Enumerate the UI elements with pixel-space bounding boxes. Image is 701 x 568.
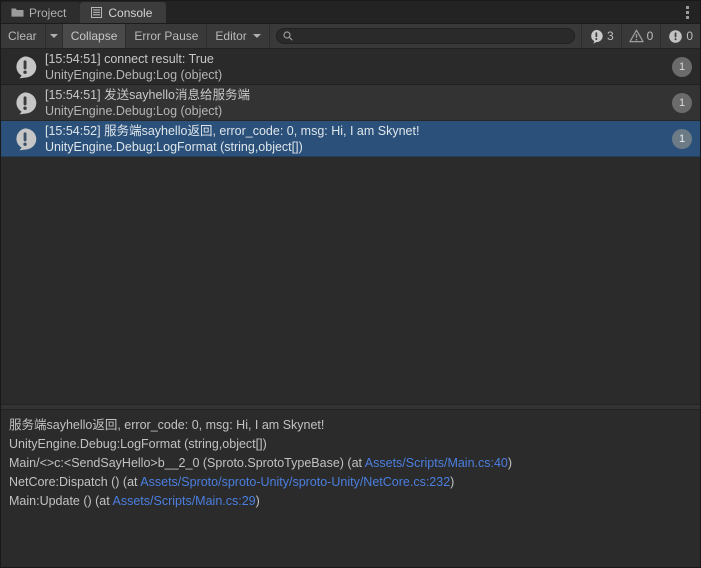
warning-count-value: 0	[647, 29, 654, 43]
stack-trace-text: )	[450, 475, 454, 489]
info-speech-icon	[589, 29, 604, 44]
stack-trace-text: Main/<>c:<SendSayHello>b__2_0 (Sproto.Sp…	[9, 456, 365, 470]
kebab-menu-icon[interactable]	[680, 4, 694, 20]
tab-project[interactable]: Project	[1, 2, 80, 23]
window-tab-bar: Project Console	[1, 1, 700, 24]
stack-trace-text: Main:Update () (at	[9, 494, 113, 508]
stack-trace-text: UnityEngine.Debug:LogFormat (string,obje…	[9, 437, 267, 451]
clear-dropdown-button[interactable]	[46, 24, 63, 48]
log-entry-source: UnityEngine.Debug:Log (object)	[45, 67, 666, 83]
editor-dropdown-button[interactable]: Editor	[207, 24, 269, 48]
collapse-button[interactable]: Collapse	[63, 24, 127, 48]
stack-trace-panel[interactable]: 服务端sayhello返回, error_code: 0, msg: Hi, I…	[1, 410, 700, 567]
collapse-button-label: Collapse	[71, 29, 118, 43]
log-entry-source: UnityEngine.Debug:Log (object)	[45, 103, 666, 119]
log-entry-text: [15:54:52] 服务端sayhello返回, error_code: 0,…	[39, 123, 666, 155]
log-entry-count-badge: 1	[672, 57, 692, 77]
stack-trace-text: )	[508, 456, 512, 470]
folder-icon	[11, 7, 24, 19]
stack-trace-line: 服务端sayhello返回, error_code: 0, msg: Hi, I…	[9, 416, 692, 435]
error-circle-icon	[668, 29, 683, 44]
log-entry-message: [15:54:51] connect result: True	[45, 51, 666, 67]
log-entry-message: [15:54:51] 发送sayhello消息给服务端	[45, 87, 666, 103]
error-count-value: 0	[686, 29, 693, 43]
log-counters: 3 0	[581, 24, 700, 48]
kebab-dot	[686, 16, 689, 19]
search-container	[270, 24, 581, 48]
log-entry-row-selected[interactable]: [15:54:52] 服务端sayhello返回, error_code: 0,…	[1, 121, 700, 157]
tab-project-label: Project	[29, 6, 66, 20]
stack-trace-file-link[interactable]: Assets/Scripts/Main.cs:40	[365, 456, 508, 470]
error-pause-button-label: Error Pause	[134, 29, 198, 43]
log-entry-text: [15:54:51] connect result: True UnityEng…	[39, 51, 666, 83]
stack-trace-file-link[interactable]: Assets/Scripts/Main.cs:29	[113, 494, 256, 508]
console-toolbar: Clear Collapse Error Pause Editor	[1, 24, 700, 49]
log-entry-row[interactable]: [15:54:51] connect result: True UnityEng…	[1, 49, 700, 85]
log-entry-text: [15:54:51] 发送sayhello消息给服务端 UnityEngine.…	[39, 87, 666, 119]
log-entry-count-badge: 1	[672, 93, 692, 113]
stack-trace-file-link[interactable]: Assets/Sproto/sproto-Unity/sproto-Unity/…	[140, 475, 450, 489]
tab-console-label: Console	[108, 6, 152, 20]
info-count-toggle[interactable]: 3	[581, 24, 621, 48]
info-speech-icon	[11, 55, 39, 79]
warning-triangle-icon	[629, 29, 644, 43]
console-list-icon	[90, 7, 103, 19]
tab-console[interactable]: Console	[80, 2, 166, 23]
error-pause-button[interactable]: Error Pause	[126, 24, 207, 48]
error-count-toggle[interactable]: 0	[660, 24, 700, 48]
search-icon	[283, 31, 293, 41]
info-count-value: 3	[607, 29, 614, 43]
editor-dropdown-label: Editor	[215, 29, 246, 43]
clear-button[interactable]: Clear	[1, 24, 46, 48]
info-speech-icon	[11, 127, 39, 151]
stack-trace-text: )	[256, 494, 260, 508]
info-speech-icon	[11, 91, 39, 115]
stack-trace-line: Main/<>c:<SendSayHello>b__2_0 (Sproto.Sp…	[9, 454, 692, 473]
search-box[interactable]	[276, 28, 575, 44]
stack-trace-line: UnityEngine.Debug:LogFormat (string,obje…	[9, 435, 692, 454]
kebab-dot	[686, 6, 689, 9]
clear-button-label: Clear	[8, 29, 37, 43]
stack-trace-line: NetCore:Dispatch () (at Assets/Sproto/sp…	[9, 473, 692, 492]
stack-trace-text: 服务端sayhello返回, error_code: 0, msg: Hi, I…	[9, 418, 324, 432]
kebab-dot	[686, 11, 689, 14]
stack-trace-line: Main:Update () (at Assets/Scripts/Main.c…	[9, 492, 692, 511]
chevron-down-icon	[50, 34, 58, 38]
log-entry-count-badge: 1	[672, 129, 692, 149]
log-entry-row[interactable]: [15:54:51] 发送sayhello消息给服务端 UnityEngine.…	[1, 85, 700, 121]
chevron-down-icon	[253, 34, 261, 38]
unity-console-window: Project Console Clear	[0, 0, 701, 568]
search-input[interactable]	[293, 30, 568, 42]
log-entry-source: UnityEngine.Debug:LogFormat (string,obje…	[45, 139, 666, 155]
warning-count-toggle[interactable]: 0	[621, 24, 661, 48]
stack-trace-text: NetCore:Dispatch () (at	[9, 475, 140, 489]
log-entry-list[interactable]: [15:54:51] connect result: True UnityEng…	[1, 49, 700, 404]
log-entry-message: [15:54:52] 服务端sayhello返回, error_code: 0,…	[45, 123, 666, 139]
